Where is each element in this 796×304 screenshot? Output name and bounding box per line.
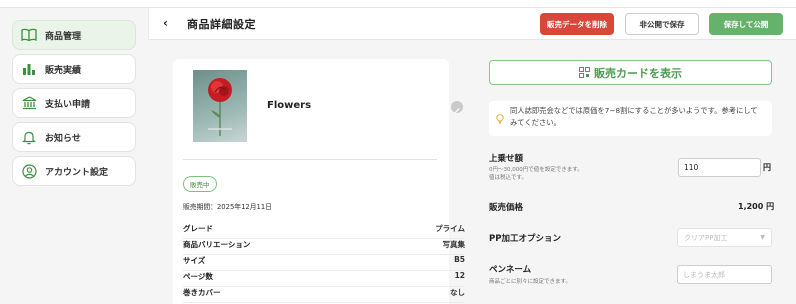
save-private-button[interactable]: 非公開で保存 bbox=[625, 13, 699, 35]
sale-period: 販売期間：2025年12月11日 bbox=[183, 203, 272, 211]
markup-help: 0円〜30,000円で値を設定できます。 値は税込です。 bbox=[489, 166, 583, 182]
back-button[interactable]: ‹ bbox=[163, 16, 168, 30]
bank-icon bbox=[21, 95, 37, 111]
spec-value: 写真集 bbox=[442, 240, 466, 249]
page-header: ‹ 商品詳細設定 販売データを削除 非公開で保存 保存して公開 bbox=[148, 8, 796, 40]
spec-key: グレード bbox=[183, 224, 213, 233]
sidebar-item-account[interactable]: アカウント設定 bbox=[12, 156, 136, 186]
show-sales-card-button[interactable]: 販売カードを表示 bbox=[489, 60, 772, 85]
spec-value: プライム bbox=[435, 224, 465, 233]
penname-input[interactable]: しまうま太郎 bbox=[677, 265, 772, 284]
spec-row: 商品バリエーション 写真集 bbox=[183, 239, 465, 255]
show-sales-card-label: 販売カードを表示 bbox=[594, 66, 682, 80]
spec-value: 12 bbox=[454, 271, 465, 280]
save-and-publish-button[interactable]: 保存して公開 bbox=[709, 13, 783, 35]
tip-text: 同人誌即売会などでは原価を7~8割にすることが多いようです。参考にしてみてくださ… bbox=[510, 106, 758, 127]
markup-unit: 円 bbox=[763, 163, 771, 172]
page-title: 商品詳細設定 bbox=[187, 18, 256, 31]
sale-price-value: 1,200 円 bbox=[738, 202, 775, 211]
markup-help-line: 0円〜30,000円で値を設定できます。 bbox=[489, 167, 583, 173]
product-name: Flowers bbox=[267, 100, 312, 111]
qr-code-icon bbox=[579, 67, 590, 78]
sidebar-item-label: アカウント設定 bbox=[45, 167, 109, 178]
pp-option-select[interactable]: クリアPP加工 ▼ bbox=[677, 228, 772, 247]
book-icon bbox=[21, 27, 37, 43]
chevron-down-icon: ▼ bbox=[760, 234, 765, 241]
spec-key: 商品バリエーション bbox=[183, 240, 251, 249]
spec-key: 巻きカバー bbox=[183, 288, 221, 297]
sidebar: 商品管理 販売実績 支払い申請 お知らせ アカウント設定 bbox=[0, 10, 148, 304]
status-badge: 販売中 bbox=[183, 176, 217, 192]
spec-key: ページ数 bbox=[183, 272, 213, 281]
bell-icon bbox=[21, 129, 37, 145]
delete-sales-data-button[interactable]: 販売データを削除 bbox=[540, 13, 614, 35]
sidebar-item-notices[interactable]: お知らせ bbox=[12, 122, 136, 152]
sidebar-item-label: お知らせ bbox=[45, 133, 81, 144]
main-content: Flowers 販売中 販売期間：2025年12月11日 グレード プライム 商… bbox=[149, 41, 796, 304]
pencil-icon bbox=[454, 108, 460, 114]
markup-input[interactable]: 110 bbox=[678, 158, 761, 177]
account-icon bbox=[21, 163, 37, 179]
spec-row: 巻きカバー なし bbox=[183, 287, 465, 303]
spec-row: サイズ B5 bbox=[183, 255, 465, 271]
sidebar-item-products[interactable]: 商品管理 bbox=[12, 20, 136, 50]
spec-key: サイズ bbox=[183, 256, 206, 265]
penname-label: ペンネーム bbox=[489, 265, 532, 275]
sidebar-item-label: 販売実績 bbox=[45, 65, 82, 76]
product-card: Flowers 販売中 販売期間：2025年12月11日 グレード プライム 商… bbox=[173, 59, 465, 304]
divider bbox=[183, 159, 437, 160]
sidebar-item-label: 商品管理 bbox=[45, 31, 82, 42]
sidebar-item-sales[interactable]: 販売実績 bbox=[12, 54, 136, 84]
price-tip: 同人誌即売会などでは原価を7~8割にすることが多いようです。参考にしてみてくださ… bbox=[489, 101, 772, 136]
spec-row: ページ数 12 bbox=[183, 271, 465, 287]
spec-row: グレード プライム bbox=[183, 223, 465, 239]
spec-value: なし bbox=[450, 288, 465, 297]
pp-option-label: PP加工オプション bbox=[489, 234, 561, 244]
pp-option-placeholder: クリアPP加工 bbox=[684, 233, 728, 242]
sale-price-label: 販売価格 bbox=[489, 203, 524, 213]
markup-help-line: 値は税込です。 bbox=[489, 175, 527, 181]
penname-help: 商品ごとに別々に設定できます。 bbox=[489, 279, 571, 285]
edit-name-button[interactable] bbox=[451, 101, 463, 114]
sidebar-item-payment[interactable]: 支払い申請 bbox=[12, 88, 136, 118]
sidebar-item-label: 支払い申請 bbox=[45, 99, 91, 110]
spec-value: B5 bbox=[454, 255, 465, 264]
bar-chart-icon bbox=[21, 61, 37, 77]
lightbulb-icon bbox=[496, 114, 504, 128]
top-bar bbox=[0, 0, 796, 8]
markup-label: 上乗せ額 bbox=[489, 154, 524, 164]
product-image bbox=[193, 70, 247, 142]
